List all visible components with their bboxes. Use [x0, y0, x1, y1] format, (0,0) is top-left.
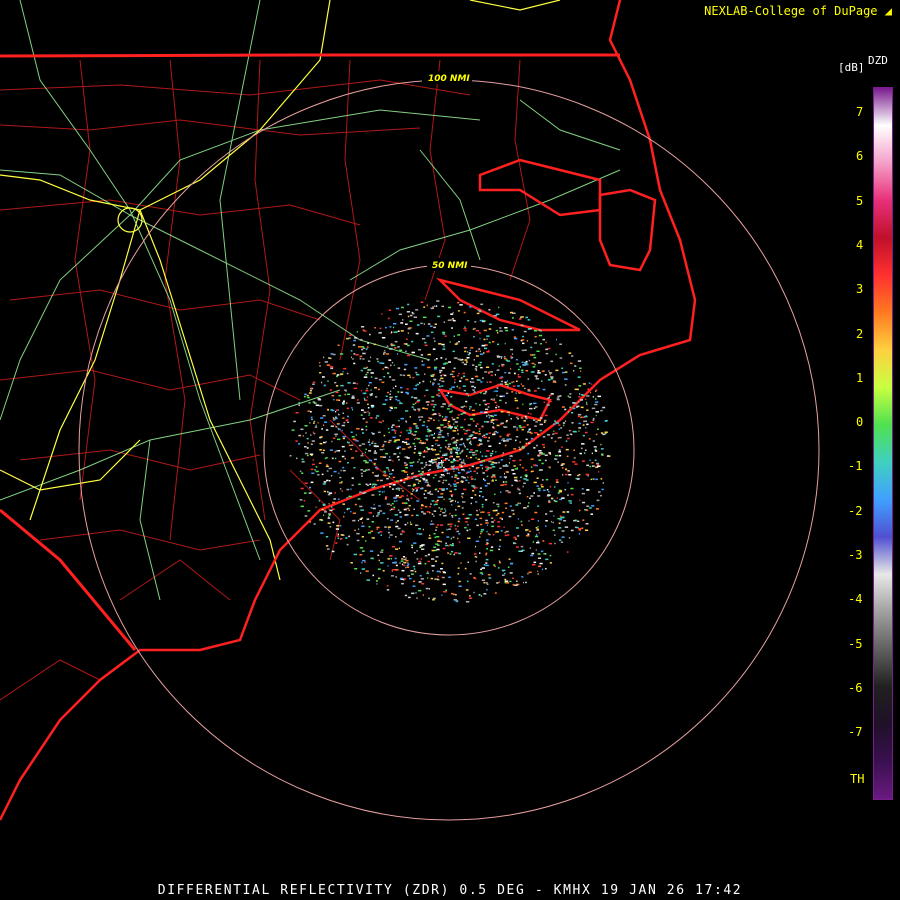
legend-tick-label: -2 [848, 503, 863, 518]
coastline [0, 0, 697, 821]
radar-map: 100 NMI 50 NMI [0, 0, 820, 821]
legend-tick-label: 6 [856, 149, 864, 164]
legend-tick-label: 4 [856, 237, 864, 252]
range-ring-label-100: 100 NMI [428, 74, 470, 84]
legend-tick-label: -6 [848, 680, 863, 695]
range-ring-label-50: 50 NMI [432, 261, 468, 271]
legend-tick-label: 3 [856, 282, 864, 297]
credit-label: NEXLAB-College of DuPage ◢ [704, 4, 892, 18]
legend-th-label: TH [850, 772, 865, 786]
legend-unit: [dB] [838, 61, 865, 74]
legend-tick-label: -7 [848, 725, 863, 740]
legend-tick-label: -5 [848, 636, 863, 651]
legend-tick-label: -4 [848, 592, 863, 607]
county-lines [0, 59, 531, 701]
legend-tick-label: 1 [856, 370, 864, 385]
legend-tick-label: -1 [848, 459, 863, 474]
legend-tick-label: 5 [856, 193, 864, 208]
legend-tick-label: -3 [848, 548, 863, 562]
product-footer: DIFFERENTIAL REFLECTIVITY (ZDR) 0.5 DEG … [157, 883, 743, 898]
color-legend-bar [873, 87, 893, 800]
road-lines [0, 0, 621, 601]
legend-product-code: DZD [868, 54, 888, 67]
radar-echoes [289, 300, 611, 603]
legend-tick-label: 0 [856, 415, 864, 430]
state-borders [0, 53, 620, 651]
nexlab-logo-icon: ◢ [884, 4, 892, 18]
legend-tick-label: 7 [856, 105, 864, 119]
legend-tick-label: 2 [856, 326, 864, 341]
